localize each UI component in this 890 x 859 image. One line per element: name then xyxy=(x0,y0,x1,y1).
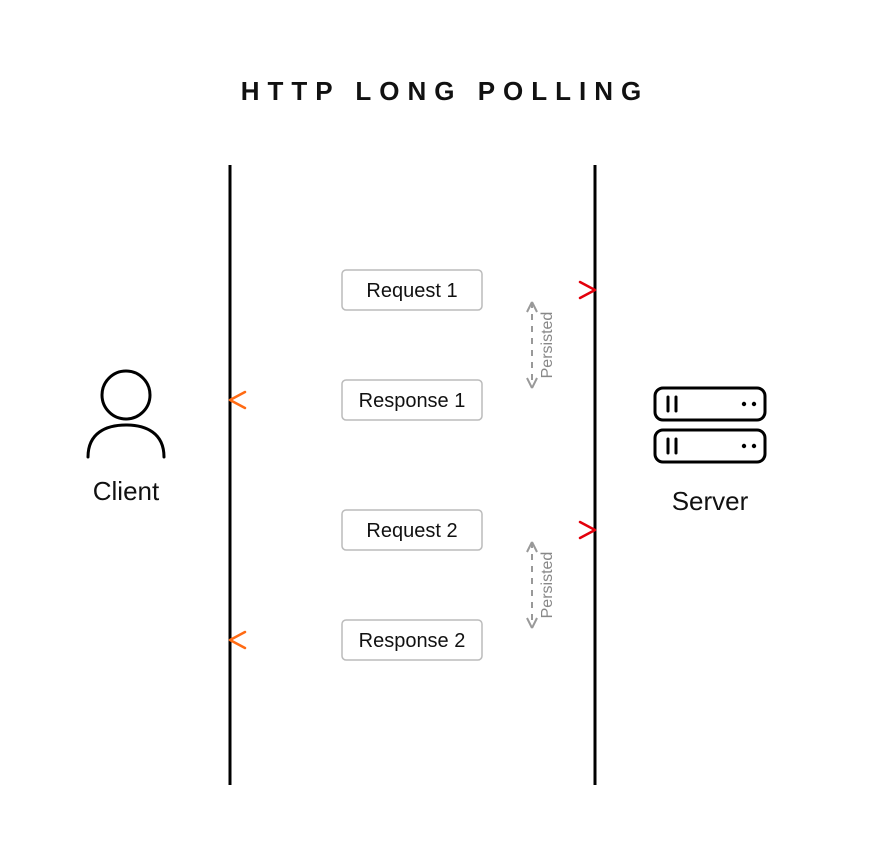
msg-label-request-1: Request 1 xyxy=(366,280,457,302)
diagram-title: HTTP LONG POLLING xyxy=(241,76,650,106)
persisted-label-2: Persisted xyxy=(539,552,556,619)
msg-label-response-2: Response 2 xyxy=(359,630,466,652)
msg-label-response-1: Response 1 xyxy=(359,390,466,412)
client-label: Client xyxy=(93,476,160,506)
server-icon xyxy=(655,388,765,462)
server-label: Server xyxy=(672,486,749,516)
client-icon xyxy=(88,371,164,457)
persisted-label-1: Persisted xyxy=(539,312,556,379)
persisted-indicator-1: Persisted xyxy=(527,302,556,388)
msg-label-request-2: Request 2 xyxy=(366,520,457,542)
persisted-indicator-2: Persisted xyxy=(527,542,556,628)
